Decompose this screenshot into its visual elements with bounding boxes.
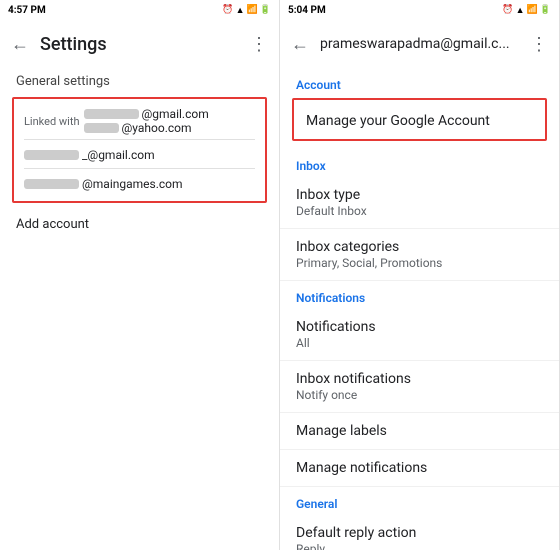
yahoo-suffix: @yahoo.com <box>122 121 192 135</box>
accounts-box: Linked with @gmail.com @yahoo.com _@gmai… <box>12 97 267 203</box>
manage-notifications-title: Manage notifications <box>296 460 543 476</box>
account-suffix-1: _@gmail.com <box>82 148 155 162</box>
battery-icon: 🔋 <box>260 5 271 15</box>
section-general: General <box>280 487 559 515</box>
signal-icon-r: 📶 <box>527 5 538 15</box>
time-right: 5:04 PM <box>288 5 326 16</box>
back-button-left[interactable]: ← <box>8 32 32 56</box>
more-options-right[interactable]: ⋮ <box>527 32 551 56</box>
time-left: 4:57 PM <box>8 5 46 16</box>
blurred-gmail <box>84 109 139 119</box>
inbox-categories-item[interactable]: Inbox categories Primary, Social, Promot… <box>280 229 559 281</box>
top-bar-right: ← prameswarapadma@gmail.c... ⋮ <box>280 20 559 68</box>
gmail-suffix: @gmail.com <box>142 107 209 121</box>
inbox-notifications-item[interactable]: Inbox notifications Notify once <box>280 361 559 413</box>
signal-icon: 📶 <box>247 5 258 15</box>
inbox-type-sub: Default Inbox <box>296 204 543 218</box>
account-suffix-2: @maingames.com <box>82 177 183 191</box>
page-title-left: Settings <box>40 34 239 55</box>
inbox-notifications-sub: Notify once <box>296 388 543 402</box>
wifi-icon-r: ▲ <box>516 5 525 16</box>
notifications-title: Notifications <box>296 319 543 335</box>
linked-email-yahoo: @yahoo.com <box>84 121 209 135</box>
inbox-categories-title: Inbox categories <box>296 239 543 255</box>
status-icons-right: ⏰ ▲ 📶 🔋 <box>502 5 551 16</box>
general-settings-label: General settings <box>0 68 279 93</box>
right-panel: 5:04 PM ⏰ ▲ 📶 🔋 ← prameswarapadma@gmail.… <box>280 0 560 550</box>
status-icons-left: ⏰ ▲ 📶 🔋 <box>222 5 271 16</box>
section-inbox: Inbox <box>280 149 559 177</box>
manage-account-box[interactable]: Manage your Google Account <box>292 98 547 141</box>
linked-with-label: Linked with <box>24 115 80 128</box>
wifi-icon: ▲ <box>236 5 245 16</box>
linked-email-gmail: @gmail.com <box>84 107 209 121</box>
linked-emails: @gmail.com @yahoo.com <box>84 107 209 135</box>
blurred-2 <box>24 150 79 160</box>
status-bar-left: 4:57 PM ⏰ ▲ 📶 🔋 <box>0 0 279 20</box>
section-notifications: Notifications <box>280 281 559 309</box>
manage-labels-item[interactable]: Manage labels <box>280 413 559 450</box>
battery-icon-r: 🔋 <box>540 5 551 15</box>
manage-account-text: Manage your Google Account <box>306 113 490 129</box>
status-bar-right: 5:04 PM ⏰ ▲ 📶 🔋 <box>280 0 559 20</box>
left-panel: 4:57 PM ⏰ ▲ 📶 🔋 ← Settings ⋮ General set… <box>0 0 280 550</box>
inbox-type-item[interactable]: Inbox type Default Inbox <box>280 177 559 229</box>
blurred-3 <box>24 179 79 189</box>
inbox-notifications-title: Inbox notifications <box>296 371 543 387</box>
left-scroll-area: General settings Linked with @gmail.com … <box>0 68 279 550</box>
back-button-right[interactable]: ← <box>288 32 312 56</box>
more-options-left[interactable]: ⋮ <box>247 32 271 56</box>
top-bar-left: ← Settings ⋮ <box>0 20 279 68</box>
default-reply-item[interactable]: Default reply action Reply <box>280 515 559 550</box>
account-standalone-1[interactable]: _@gmail.com <box>24 144 255 164</box>
notifications-item[interactable]: Notifications All <box>280 309 559 361</box>
alarm-icon: ⏰ <box>222 5 233 15</box>
account-standalone-2[interactable]: @maingames.com <box>24 173 255 193</box>
divider-1 <box>24 139 255 140</box>
right-scroll-area: Account Manage your Google Account Inbox… <box>280 68 559 550</box>
alarm-icon-r: ⏰ <box>502 5 513 15</box>
section-account: Account <box>280 68 559 96</box>
manage-notifications-item[interactable]: Manage notifications <box>280 450 559 487</box>
add-account-button[interactable]: Add account <box>0 207 279 242</box>
divider-2 <box>24 168 255 169</box>
default-reply-title: Default reply action <box>296 525 543 541</box>
default-reply-sub: Reply <box>296 542 543 550</box>
linked-account-row[interactable]: Linked with @gmail.com @yahoo.com <box>24 107 255 135</box>
inbox-categories-sub: Primary, Social, Promotions <box>296 256 543 270</box>
account-email-header: prameswarapadma@gmail.c... <box>320 36 519 52</box>
blurred-yahoo <box>84 123 119 133</box>
notifications-sub: All <box>296 336 543 350</box>
manage-labels-title: Manage labels <box>296 423 543 439</box>
inbox-type-title: Inbox type <box>296 187 543 203</box>
